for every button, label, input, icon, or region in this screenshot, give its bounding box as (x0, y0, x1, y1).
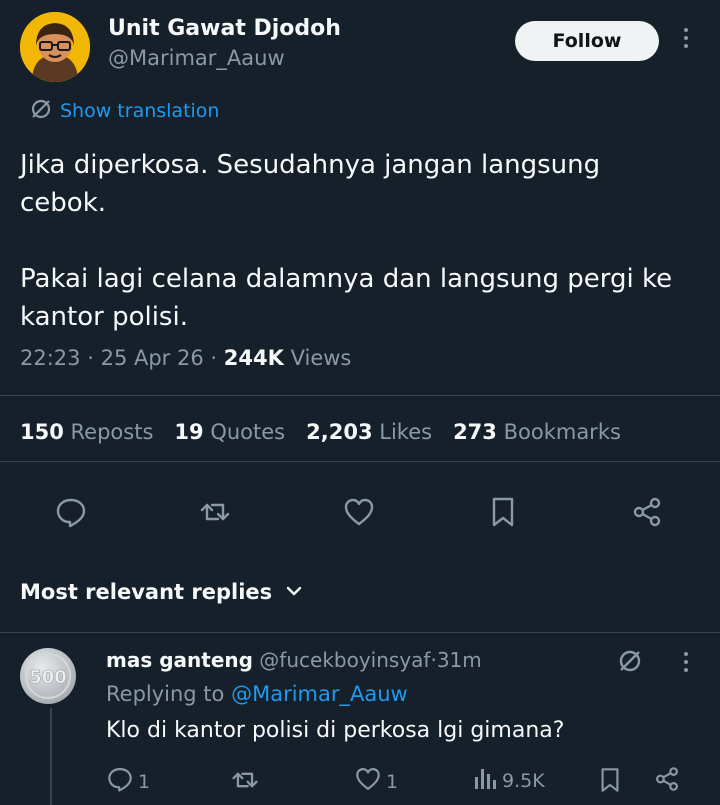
tweet-paragraph: Jika diperkosa. Sesudahnya jangan langsu… (20, 150, 601, 218)
reply-text: Klo di kantor polisi di perkosa lgi gima… (106, 718, 565, 743)
author-avatar[interactable] (20, 12, 90, 82)
views-icon (474, 765, 498, 796)
views-count: 244K (223, 346, 284, 370)
tweet-actions (0, 490, 720, 534)
reply-header: mas ganteng @fucekboyinsyaf·31m (106, 648, 482, 672)
reply-actions: 1 1 9.5K (0, 765, 720, 799)
bookmarks-label: Bookmarks (503, 420, 621, 444)
divider (0, 395, 720, 396)
reply-icon[interactable] (49, 490, 93, 534)
reply-avatar[interactable]: 500 (20, 648, 76, 704)
divider (0, 632, 720, 633)
chevron-down-icon (286, 580, 302, 604)
tweet-meta: 22:23 · 25 Apr 26 · 244K Views (20, 346, 351, 370)
likes-count: 2,203 (306, 420, 373, 444)
follow-button[interactable]: Follow (515, 21, 659, 61)
engagement-stats: 150 Reposts 19 Quotes 2,203 Likes 273 Bo… (20, 420, 621, 444)
quotes-label: Quotes (210, 420, 286, 444)
reposts-count: 150 (20, 420, 64, 444)
reply-views-button[interactable]: 9.5K (474, 765, 545, 796)
repost-icon (230, 765, 260, 800)
reply-bookmark-button[interactable] (596, 765, 624, 800)
tweet-text: Jika diperkosa. Sesudahnya jangan langsu… (20, 146, 690, 336)
meta-separator: · (87, 346, 94, 370)
repost-icon[interactable] (193, 490, 237, 534)
reply-views-count: 9.5K (502, 769, 545, 792)
replying-to-label: Replying to (106, 682, 225, 706)
replies-sort-label: Most relevant replies (20, 580, 273, 604)
replying-to: Replying to @Marimar_Aauw (106, 682, 408, 706)
reply-reply-button[interactable]: 1 (106, 765, 150, 798)
meta-separator: · (210, 346, 218, 370)
bookmarks-stat[interactable]: 273 Bookmarks (453, 420, 621, 444)
author-handle[interactable]: @Marimar_Aauw (108, 46, 285, 70)
tweet-time[interactable]: 22:23 (20, 346, 81, 370)
views-label: Views (290, 346, 352, 370)
likes-label: Likes (379, 420, 433, 444)
translate-icon (30, 98, 52, 124)
share-icon (653, 765, 681, 798)
reply-repost-button[interactable] (230, 765, 260, 800)
share-icon[interactable] (625, 490, 669, 534)
reply-age[interactable]: 31m (437, 648, 482, 672)
reply-like-count: 1 (386, 770, 399, 793)
more-options-icon[interactable] (676, 652, 696, 678)
reposts-label: Reposts (70, 420, 154, 444)
bookmark-icon[interactable] (481, 490, 525, 534)
avatar-coin-text: 500 (29, 667, 67, 688)
reply-icon (106, 765, 134, 798)
like-icon[interactable] (337, 490, 381, 534)
like-icon (354, 765, 382, 798)
reposts-stat[interactable]: 150 Reposts (20, 420, 153, 444)
quotes-stat[interactable]: 19 Quotes (174, 420, 285, 444)
divider (0, 461, 720, 462)
translate-icon[interactable] (617, 648, 643, 678)
reply-share-button[interactable] (653, 765, 681, 798)
show-translation-link[interactable]: Show translation (30, 98, 219, 124)
reply-reply-count: 1 (138, 770, 151, 793)
tweet-date[interactable]: 25 Apr 26 (101, 346, 204, 370)
reply-author-handle[interactable]: @fucekboyinsyaf (259, 648, 430, 672)
author-name[interactable]: Unit Gawat Djodoh (108, 16, 341, 41)
reply-like-button[interactable]: 1 (354, 765, 398, 798)
bookmark-icon (596, 765, 624, 800)
likes-stat[interactable]: 2,203 Likes (306, 420, 432, 444)
replies-sort-dropdown[interactable]: Most relevant replies (20, 580, 302, 604)
replying-to-handle[interactable]: @Marimar_Aauw (231, 682, 408, 706)
reply-author-name[interactable]: mas ganteng (106, 648, 253, 672)
bookmarks-count: 273 (453, 420, 497, 444)
more-options-icon[interactable] (676, 28, 696, 54)
show-translation-label: Show translation (60, 100, 220, 122)
tweet-paragraph: Pakai lagi celana dalamnya dan langsung … (20, 264, 673, 332)
quotes-count: 19 (174, 420, 204, 444)
